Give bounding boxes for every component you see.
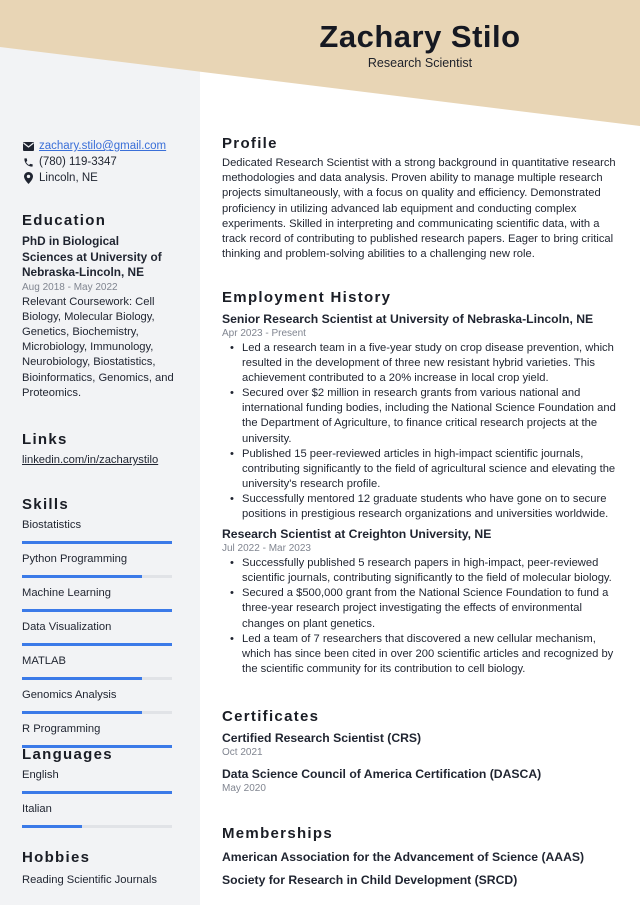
certificate-name: Data Science Council of America Certific… bbox=[222, 767, 542, 781]
language-item: English bbox=[22, 768, 177, 794]
level-fill bbox=[22, 825, 82, 828]
skill-label: Biostatistics bbox=[22, 519, 82, 531]
linkedin-link[interactable]: linkedin.com/in/zacharystilo bbox=[22, 453, 177, 468]
job-dates: Jul 2022 - Mar 2023 bbox=[222, 543, 311, 555]
level-fill bbox=[22, 643, 172, 646]
job-entry: Senior Research Scientist at University … bbox=[222, 311, 618, 522]
memberships-section: Memberships American Association for the… bbox=[222, 824, 618, 888]
certificate-item: Certified Research Scientist (CRS) Oct 2… bbox=[222, 730, 618, 760]
skill-label: Data Visualization bbox=[22, 621, 112, 633]
hobby-item: Reading Scientific Journals bbox=[22, 874, 157, 886]
skill-level-bar bbox=[22, 711, 172, 714]
skill-item: MATLAB bbox=[22, 654, 177, 680]
certificates-section: Certificates Certified Research Scientis… bbox=[222, 707, 618, 796]
skill-level-bar bbox=[22, 541, 172, 544]
links-heading: Links bbox=[22, 431, 68, 448]
level-fill bbox=[22, 791, 172, 794]
email-link[interactable]: zachary.stilo@gmail.com bbox=[39, 138, 166, 154]
job-bullet: Successfully published 5 research papers… bbox=[230, 556, 618, 586]
language-item: Italian bbox=[22, 802, 177, 828]
education-degree: PhD in Biological Sciences at University… bbox=[22, 234, 177, 281]
certificate-name: Certified Research Scientist (CRS) bbox=[222, 731, 422, 745]
skill-item: Python Programming bbox=[22, 552, 177, 578]
map-pin-icon bbox=[22, 172, 34, 184]
phone-text: (780) 119-3347 bbox=[39, 156, 117, 168]
level-fill bbox=[22, 711, 142, 714]
education-heading: Education bbox=[22, 212, 107, 229]
level-fill bbox=[22, 541, 172, 544]
certificates-heading: Certificates bbox=[222, 708, 320, 725]
membership-item: Society for Research in Child Developmen… bbox=[222, 873, 518, 887]
degree-line: PhD in Biological bbox=[22, 234, 120, 248]
employment-section: Employment History Senior Research Scien… bbox=[222, 288, 618, 677]
skill-item: Genomics Analysis bbox=[22, 688, 177, 714]
job-bullet: Successfully mentored 12 graduate studen… bbox=[230, 492, 618, 522]
level-fill bbox=[22, 609, 172, 612]
profile-text: Dedicated Research Scientist with a stro… bbox=[222, 157, 616, 261]
level-fill bbox=[22, 575, 142, 578]
phone-icon bbox=[22, 156, 34, 168]
skill-item: Machine Learning bbox=[22, 586, 177, 612]
jobs-list: Senior Research Scientist at University … bbox=[222, 311, 618, 677]
profile-section: Profile Dedicated Research Scientist wit… bbox=[222, 134, 618, 262]
skill-item: Data Visualization bbox=[22, 620, 177, 646]
education-section: Education PhD in Biological Sciences at … bbox=[22, 211, 177, 401]
job-title: Senior Research Scientist at University … bbox=[222, 312, 594, 326]
membership-item: American Association for the Advancement… bbox=[222, 850, 585, 864]
languages-section: Languages English Italian bbox=[22, 745, 177, 836]
job-bullet: Secured over $2 million in research gran… bbox=[230, 386, 618, 446]
job-bullet: Led a research team in a five-year study… bbox=[230, 341, 618, 386]
skill-label: MATLAB bbox=[22, 655, 66, 667]
job-bullet: Secured a $500,000 grant from the Nation… bbox=[230, 586, 618, 631]
skill-item: Biostatistics bbox=[22, 518, 177, 544]
hobbies-heading: Hobbies bbox=[22, 849, 91, 866]
contact-phone: (780) 119-3347 bbox=[22, 154, 177, 170]
languages-heading: Languages bbox=[22, 746, 113, 763]
employment-heading: Employment History bbox=[222, 289, 392, 306]
skills-heading: Skills bbox=[22, 496, 69, 513]
job-entry: Research Scientist at Creighton Universi… bbox=[222, 526, 618, 677]
links-section: Links linkedin.com/in/zacharystilo bbox=[22, 430, 177, 468]
header: Zachary Stilo Research Scientist bbox=[200, 18, 640, 70]
skills-section: Skills Biostatistics Python Programming Ma… bbox=[22, 495, 177, 756]
job-bullet: Published 15 peer-reviewed articles in h… bbox=[230, 447, 618, 492]
certificate-item: Data Science Council of America Certific… bbox=[222, 766, 618, 796]
envelope-icon bbox=[22, 140, 34, 152]
contact-info: zachary.stilo@gmail.com (780) 119-3347 L… bbox=[22, 138, 177, 186]
job-bullet: Led a team of 7 researchers that discove… bbox=[230, 632, 618, 677]
education-dates: Aug 2018 - May 2022 bbox=[22, 281, 118, 293]
skill-label: R Programming bbox=[22, 723, 101, 735]
skill-level-bar bbox=[22, 677, 172, 680]
skill-label: Machine Learning bbox=[22, 587, 111, 599]
language-level-bar bbox=[22, 825, 172, 828]
profile-heading: Profile bbox=[222, 135, 278, 152]
candidate-role: Research Scientist bbox=[367, 56, 473, 70]
degree-line: Sciences at University of bbox=[22, 249, 162, 264]
level-fill bbox=[22, 677, 142, 680]
degree-line: Nebraska-Lincoln, NE bbox=[22, 265, 144, 279]
skill-level-bar bbox=[22, 609, 172, 612]
skill-level-bar bbox=[22, 575, 172, 578]
memberships-heading: Memberships bbox=[222, 825, 333, 842]
job-dates: Apr 2023 - Present bbox=[222, 328, 306, 339]
job-bullets: Led a research team in a five-year study… bbox=[230, 341, 618, 522]
job-title: Research Scientist at Creighton Universi… bbox=[222, 527, 492, 542]
contact-location: Lincoln, NE bbox=[22, 170, 177, 186]
skills-list: Biostatistics Python Programming Machine L… bbox=[22, 518, 177, 748]
language-label: English bbox=[22, 769, 59, 781]
certificate-date: May 2020 bbox=[222, 783, 266, 794]
languages-list: English Italian bbox=[22, 768, 177, 828]
language-label: Italian bbox=[22, 803, 52, 815]
certificate-date: Oct 2021 bbox=[222, 747, 263, 758]
hobbies-section: Hobbies Reading Scientific Journals bbox=[22, 848, 177, 888]
skill-label: Genomics Analysis bbox=[22, 689, 117, 701]
education-coursework: Relevant Coursework: Cell Biology, Molec… bbox=[22, 295, 174, 399]
language-level-bar bbox=[22, 791, 172, 794]
contact-email: zachary.stilo@gmail.com bbox=[22, 138, 177, 154]
skill-level-bar bbox=[22, 643, 172, 646]
location-text: Lincoln, NE bbox=[39, 172, 98, 184]
job-bullets: Successfully published 5 research papers… bbox=[230, 556, 618, 677]
skill-label: Python Programming bbox=[22, 553, 128, 565]
candidate-name: Zachary Stilo bbox=[319, 19, 521, 54]
